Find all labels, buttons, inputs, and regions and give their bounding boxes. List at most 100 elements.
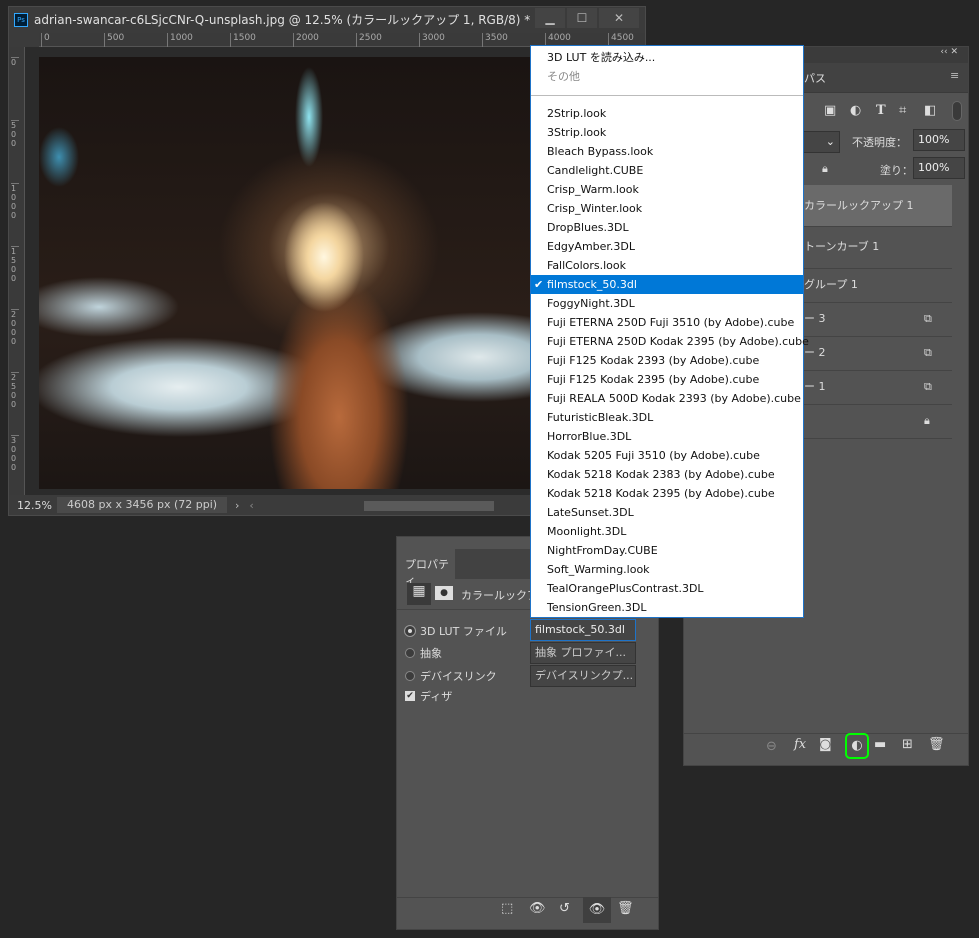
- ruler-tick: 0: [11, 57, 19, 67]
- opacity-input[interactable]: 100%: [913, 129, 965, 151]
- menu-item-label: FallColors.look: [547, 259, 627, 272]
- clip-to-layer-icon[interactable]: ⬚: [501, 901, 513, 916]
- radio-3dlut[interactable]: 3D LUT ファイル: [404, 623, 507, 639]
- minimize-button[interactable]: ▁: [535, 8, 565, 28]
- menu-item[interactable]: Fuji REALA 500D Kodak 2393 (by Adobe).cu…: [531, 389, 803, 408]
- scroll-left-icon[interactable]: ‹: [249, 499, 253, 512]
- menu-item[interactable]: NightFromDay.CUBE: [531, 541, 803, 560]
- menu-item[interactable]: FuturisticBleak.3DL: [531, 408, 803, 427]
- smart-object-icon: ⧉: [924, 380, 932, 393]
- menu-item[interactable]: FoggyNight.3DL: [531, 294, 803, 313]
- menu-item-label: Crisp_Winter.look: [547, 202, 643, 215]
- menu-item[interactable]: Soft_Warming.look: [531, 560, 803, 579]
- delete-layer-icon[interactable]: 🗑︎: [928, 737, 945, 752]
- dither-checkbox[interactable]: ✔ ディザ: [405, 688, 452, 704]
- menu-item[interactable]: FallColors.look: [531, 256, 803, 275]
- menu-item[interactable]: EdgyAmber.3DL: [531, 237, 803, 256]
- panel-menu-icon[interactable]: ≡: [950, 69, 959, 82]
- menu-item-label: TealOrangePlusContrast.3DL: [547, 582, 704, 595]
- visibility-toggle[interactable]: 👁︎: [583, 897, 611, 923]
- menu-item[interactable]: Bleach Bypass.look: [531, 142, 803, 161]
- photoshop-logo-icon: Ps: [14, 12, 28, 27]
- menu-item-label: Fuji ETERNA 250D Fuji 3510 (by Adobe).cu…: [547, 316, 795, 329]
- menu-item[interactable]: Kodak 5205 Fuji 3510 (by Adobe).cube: [531, 446, 803, 465]
- ruler-tick: 3000: [419, 33, 445, 47]
- menu-item-label: Crisp_Warm.look: [547, 183, 639, 196]
- menu-item[interactable]: TensionGreen.3DL: [531, 598, 803, 617]
- shape-layer-filter-icon[interactable]: ⌗: [899, 103, 906, 118]
- link-layers-icon[interactable]: ⊖: [766, 739, 777, 754]
- menu-item-label: Kodak 5218 Kodak 2383 (by Adobe).cube: [547, 468, 775, 481]
- type-layer-filter-icon[interactable]: T: [876, 103, 886, 118]
- menu-item[interactable]: HorrorBlue.3DL: [531, 427, 803, 446]
- vertical-ruler[interactable]: 0 500 1000 1500 2000 2500 3000: [9, 47, 25, 495]
- menu-item[interactable]: Kodak 5218 Kodak 2383 (by Adobe).cube: [531, 465, 803, 484]
- menu-item[interactable]: ✔ filmstock_50.3dl: [531, 275, 803, 294]
- reset-icon[interactable]: ↺: [559, 901, 570, 916]
- photo-lightbulb-in-hand: [39, 57, 599, 489]
- 3dlut-dropdown[interactable]: filmstock_50.3dl: [530, 619, 636, 641]
- radio-devicelink[interactable]: デバイスリンク: [405, 668, 497, 684]
- ruler-tick: 2000: [11, 309, 19, 346]
- radio-abstract[interactable]: 抽象: [405, 645, 442, 661]
- menu-item-label: Candlelight.CUBE: [547, 164, 644, 177]
- menu-item[interactable]: Fuji F125 Kodak 2395 (by Adobe).cube: [531, 370, 803, 389]
- ruler-tick: 500: [104, 33, 124, 47]
- close-button[interactable]: ✕: [599, 8, 639, 28]
- menu-item[interactable]: Candlelight.CUBE: [531, 161, 803, 180]
- menu-item[interactable]: Moonlight.3DL: [531, 522, 803, 541]
- menu-item-label: Bleach Bypass.look: [547, 145, 654, 158]
- adjustment-layer-filter-icon[interactable]: ◐: [850, 103, 861, 118]
- ruler-tick: 1500: [230, 33, 256, 47]
- menu-item[interactable]: Crisp_Winter.look: [531, 199, 803, 218]
- fill-input[interactable]: 100%: [913, 157, 965, 179]
- mask-icon[interactable]: ●: [435, 586, 453, 600]
- menu-item[interactable]: Kodak 5218 Kodak 2395 (by Adobe).cube: [531, 484, 803, 503]
- menu-item[interactable]: 2Strip.look: [531, 104, 803, 123]
- lock-all-icon[interactable]: 🔒︎: [822, 162, 828, 176]
- new-layer-icon[interactable]: ⊞: [902, 737, 913, 752]
- tab-paths[interactable]: パス: [804, 70, 826, 86]
- menu-item-label: Fuji F125 Kodak 2393 (by Adobe).cube: [547, 354, 760, 367]
- add-mask-icon[interactable]: ◙: [819, 737, 832, 752]
- layer-name: カラールックアップ 1: [804, 199, 914, 212]
- tab-properties[interactable]: プロパティ: [397, 549, 455, 587]
- view-previous-state-icon[interactable]: 👁︎: [529, 901, 546, 916]
- filter-toggle[interactable]: [952, 101, 962, 121]
- horizontal-scrollbar[interactable]: [364, 501, 494, 511]
- menu-item-label: NightFromDay.CUBE: [547, 544, 658, 557]
- ruler-tick: 1000: [11, 183, 19, 220]
- pixel-layer-filter-icon[interactable]: ▣: [824, 103, 836, 118]
- delete-adjustment-icon[interactable]: 🗑︎: [617, 901, 634, 916]
- menu-item[interactable]: 3Strip.look: [531, 123, 803, 142]
- grid-icon[interactable]: ▦: [407, 583, 431, 605]
- new-adjustment-layer-button[interactable]: ◐: [845, 733, 869, 759]
- menu-item-label: DropBlues.3DL: [547, 221, 629, 234]
- zoom-level[interactable]: 12.5%: [9, 499, 57, 512]
- fill-label: 塗り：: [880, 164, 913, 177]
- menu-item-label: 3Strip.look: [547, 126, 607, 139]
- document-info[interactable]: 4608 px x 3456 px (72 ppi): [57, 497, 227, 513]
- layer-name: ー 3: [804, 312, 826, 325]
- abstract-dropdown[interactable]: 抽象 プロファイ...: [530, 642, 636, 664]
- menu-item[interactable]: LateSunset.3DL: [531, 503, 803, 522]
- chevron-right-icon[interactable]: ›: [235, 499, 239, 512]
- fx-icon[interactable]: fx: [794, 737, 806, 752]
- devicelink-dropdown[interactable]: デバイスリンクプ...: [530, 665, 636, 687]
- menu-item[interactable]: TealOrangePlusContrast.3DL: [531, 579, 803, 598]
- menu-item[interactable]: Crisp_Warm.look: [531, 180, 803, 199]
- menu-item-load-3dlut[interactable]: 3D LUT を読み込み...: [531, 48, 803, 67]
- maximize-button[interactable]: ☐: [567, 8, 597, 28]
- ruler-tick: 3500: [482, 33, 508, 47]
- check-icon: ✔: [534, 278, 544, 291]
- menu-item[interactable]: Fuji ETERNA 250D Fuji 3510 (by Adobe).cu…: [531, 313, 803, 332]
- menu-item[interactable]: Fuji F125 Kodak 2393 (by Adobe).cube: [531, 351, 803, 370]
- layer-name: トーンカーブ 1: [804, 240, 880, 253]
- menu-item-other: その他: [547, 70, 580, 83]
- menu-item-label: HorrorBlue.3DL: [547, 430, 632, 443]
- new-group-icon[interactable]: ▬: [874, 737, 886, 752]
- menu-item[interactable]: DropBlues.3DL: [531, 218, 803, 237]
- smart-object-filter-icon[interactable]: ◧: [924, 103, 936, 118]
- menu-item[interactable]: Fuji ETERNA 250D Kodak 2395 (by Adobe).c…: [531, 332, 809, 351]
- menu-item-label: 2Strip.look: [547, 107, 607, 120]
